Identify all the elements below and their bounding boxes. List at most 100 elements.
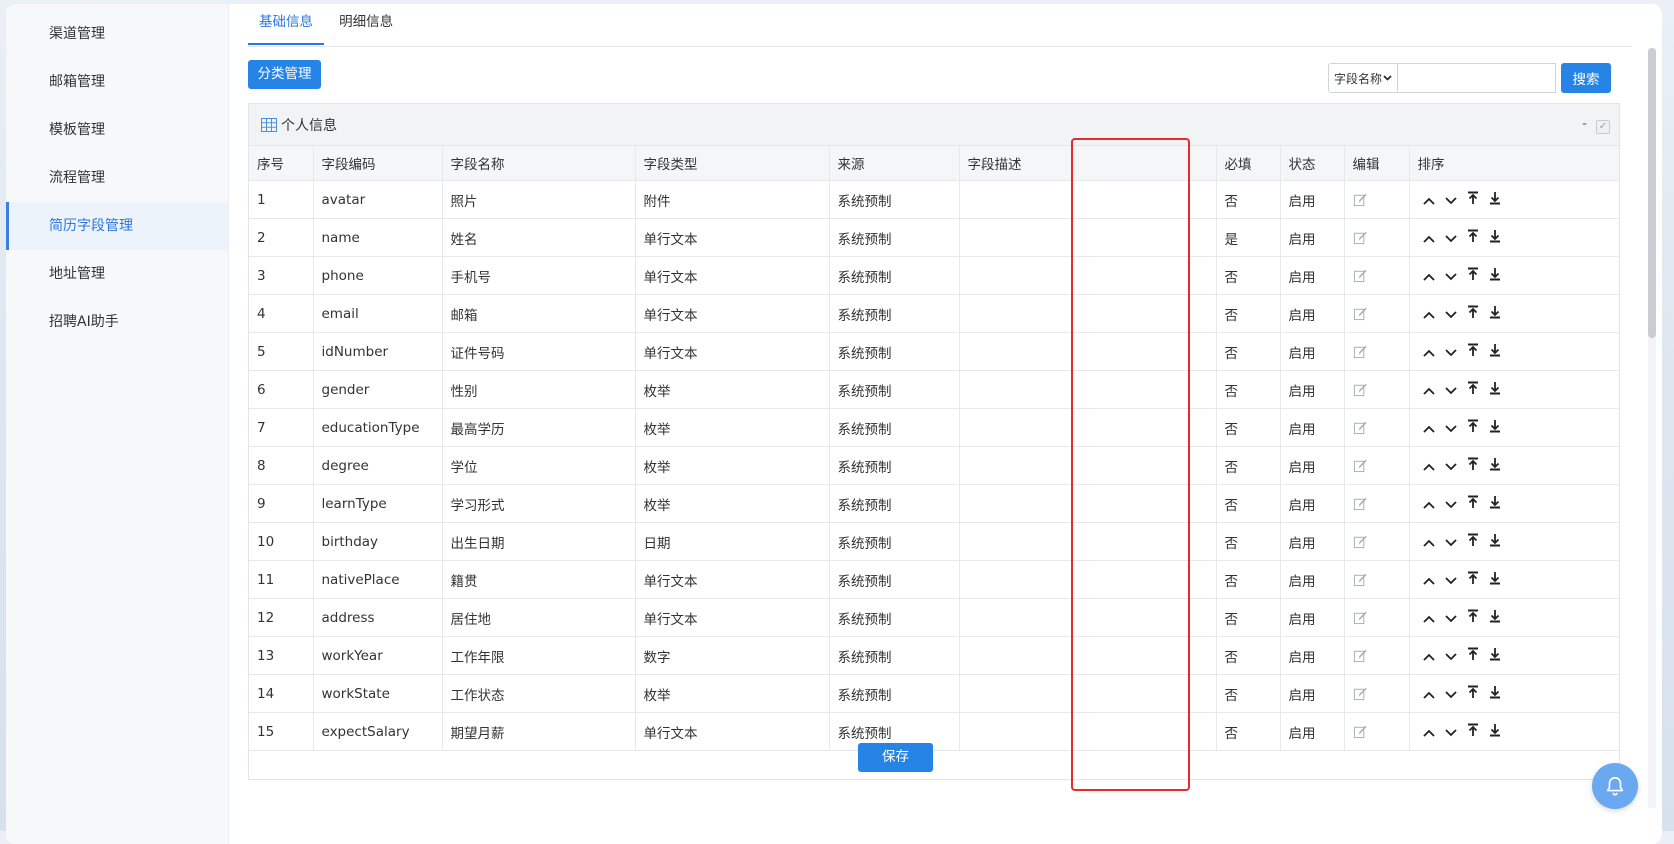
move-to-top-icon[interactable] xyxy=(1462,419,1484,437)
move-up-icon[interactable] xyxy=(1418,535,1440,551)
move-up-icon[interactable] xyxy=(1418,231,1440,247)
move-to-top-icon[interactable] xyxy=(1462,381,1484,399)
search-field-select[interactable]: 字段名称 xyxy=(1328,63,1398,93)
sidebar-item[interactable]: 招聘AI助手 xyxy=(6,298,228,346)
search-button[interactable]: 搜索 xyxy=(1561,63,1611,93)
move-to-bottom-icon[interactable] xyxy=(1484,381,1506,399)
vertical-scrollbar[interactable] xyxy=(1648,48,1656,808)
move-to-top-icon[interactable] xyxy=(1462,647,1484,665)
move-to-bottom-icon[interactable] xyxy=(1484,343,1506,361)
move-up-icon[interactable] xyxy=(1418,687,1440,703)
edit-icon[interactable] xyxy=(1353,496,1368,511)
move-to-bottom-icon[interactable] xyxy=(1484,267,1506,285)
table-row: 10 birthday 出生日期 日期 系统预制 否启用 xyxy=(249,522,1619,561)
move-to-top-icon[interactable] xyxy=(1462,571,1484,589)
sidebar-item[interactable]: 地址管理 xyxy=(6,250,228,298)
move-up-icon[interactable] xyxy=(1418,345,1440,361)
edit-icon[interactable] xyxy=(1353,610,1368,625)
move-up-icon[interactable] xyxy=(1418,269,1440,285)
panel-checkbox[interactable]: ✓ xyxy=(1596,120,1610,134)
move-to-bottom-icon[interactable] xyxy=(1484,609,1506,627)
move-up-icon[interactable] xyxy=(1418,193,1440,209)
move-down-icon[interactable] xyxy=(1440,231,1462,247)
tab-detail-info[interactable]: 明细信息 xyxy=(328,4,404,45)
move-to-top-icon[interactable] xyxy=(1462,267,1484,285)
move-up-icon[interactable] xyxy=(1418,611,1440,627)
move-to-top-icon[interactable] xyxy=(1462,495,1484,513)
sidebar-item[interactable]: 模板管理 xyxy=(6,106,228,154)
move-to-top-icon[interactable] xyxy=(1462,533,1484,551)
move-up-icon[interactable] xyxy=(1418,307,1440,323)
move-down-icon[interactable] xyxy=(1440,421,1462,437)
move-to-bottom-icon[interactable] xyxy=(1484,533,1506,551)
move-down-icon[interactable] xyxy=(1440,497,1462,513)
edit-icon[interactable] xyxy=(1353,534,1368,549)
move-up-icon[interactable] xyxy=(1418,459,1440,475)
move-to-bottom-icon[interactable] xyxy=(1484,571,1506,589)
table-body: 1 avatar 照片 附件 系统预制否启用 2 name 姓名 单行文本 系统预制是启用 3 pho… xyxy=(249,180,1619,751)
move-up-icon[interactable] xyxy=(1418,421,1440,437)
move-down-icon[interactable] xyxy=(1440,307,1462,323)
cell-edit xyxy=(1344,674,1410,713)
move-down-icon[interactable] xyxy=(1440,687,1462,703)
table-row: 13 workYear 工作年限 数字 系统预制 否启用 xyxy=(249,636,1619,675)
move-to-top-icon[interactable] xyxy=(1462,609,1484,627)
edit-icon[interactable] xyxy=(1353,724,1368,739)
move-to-bottom-icon[interactable] xyxy=(1484,191,1506,209)
move-to-bottom-icon[interactable] xyxy=(1484,229,1506,247)
move-down-icon[interactable] xyxy=(1440,611,1462,627)
move-to-top-icon[interactable] xyxy=(1462,229,1484,247)
move-down-icon[interactable] xyxy=(1440,383,1462,399)
move-to-top-icon[interactable] xyxy=(1462,191,1484,209)
move-to-top-icon[interactable] xyxy=(1462,723,1484,741)
move-to-bottom-icon[interactable] xyxy=(1484,457,1506,475)
sidebar-item[interactable]: 简历字段管理 xyxy=(6,202,228,250)
sidebar-item[interactable]: 邮箱管理 xyxy=(6,58,228,106)
edit-icon[interactable] xyxy=(1353,306,1368,321)
notification-button[interactable] xyxy=(1592,763,1638,809)
sidebar-item[interactable]: 渠道管理 xyxy=(6,10,228,58)
edit-icon[interactable] xyxy=(1353,344,1368,359)
edit-icon[interactable] xyxy=(1353,192,1368,207)
move-up-icon[interactable] xyxy=(1418,497,1440,513)
scrollbar-thumb[interactable] xyxy=(1648,48,1656,338)
move-up-icon[interactable] xyxy=(1418,725,1440,741)
move-up-icon[interactable] xyxy=(1418,383,1440,399)
edit-icon[interactable] xyxy=(1353,648,1368,663)
move-to-top-icon[interactable] xyxy=(1462,343,1484,361)
save-button[interactable]: 保存 xyxy=(858,743,933,772)
tab-bar: 基础信息 明细信息 xyxy=(248,4,1632,47)
edit-icon[interactable] xyxy=(1353,230,1368,245)
edit-icon[interactable] xyxy=(1353,572,1368,587)
move-down-icon[interactable] xyxy=(1440,459,1462,475)
move-to-bottom-icon[interactable] xyxy=(1484,685,1506,703)
move-down-icon[interactable] xyxy=(1440,649,1462,665)
move-to-top-icon[interactable] xyxy=(1462,305,1484,323)
edit-icon[interactable] xyxy=(1353,268,1368,283)
edit-icon[interactable] xyxy=(1353,382,1368,397)
category-manage-button[interactable]: 分类管理 xyxy=(248,60,321,89)
move-to-bottom-icon[interactable] xyxy=(1484,723,1506,741)
move-to-top-icon[interactable] xyxy=(1462,457,1484,475)
collapse-toggle[interactable]: - xyxy=(1582,116,1587,132)
edit-icon[interactable] xyxy=(1353,420,1368,435)
move-down-icon[interactable] xyxy=(1440,725,1462,741)
edit-icon[interactable] xyxy=(1353,686,1368,701)
move-to-bottom-icon[interactable] xyxy=(1484,647,1506,665)
sidebar-item[interactable]: 流程管理 xyxy=(6,154,228,202)
move-down-icon[interactable] xyxy=(1440,535,1462,551)
tab-basic-info[interactable]: 基础信息 xyxy=(248,4,324,45)
move-up-icon[interactable] xyxy=(1418,649,1440,665)
move-down-icon[interactable] xyxy=(1440,345,1462,361)
move-down-icon[interactable] xyxy=(1440,193,1462,209)
move-to-bottom-icon[interactable] xyxy=(1484,305,1506,323)
edit-icon[interactable] xyxy=(1353,458,1368,473)
move-down-icon[interactable] xyxy=(1440,573,1462,589)
move-to-bottom-icon[interactable] xyxy=(1484,495,1506,513)
move-up-icon[interactable] xyxy=(1418,573,1440,589)
cell-type: 枚举 xyxy=(635,446,830,485)
move-to-top-icon[interactable] xyxy=(1462,685,1484,703)
search-input[interactable] xyxy=(1398,63,1556,93)
move-to-bottom-icon[interactable] xyxy=(1484,419,1506,437)
move-down-icon[interactable] xyxy=(1440,269,1462,285)
